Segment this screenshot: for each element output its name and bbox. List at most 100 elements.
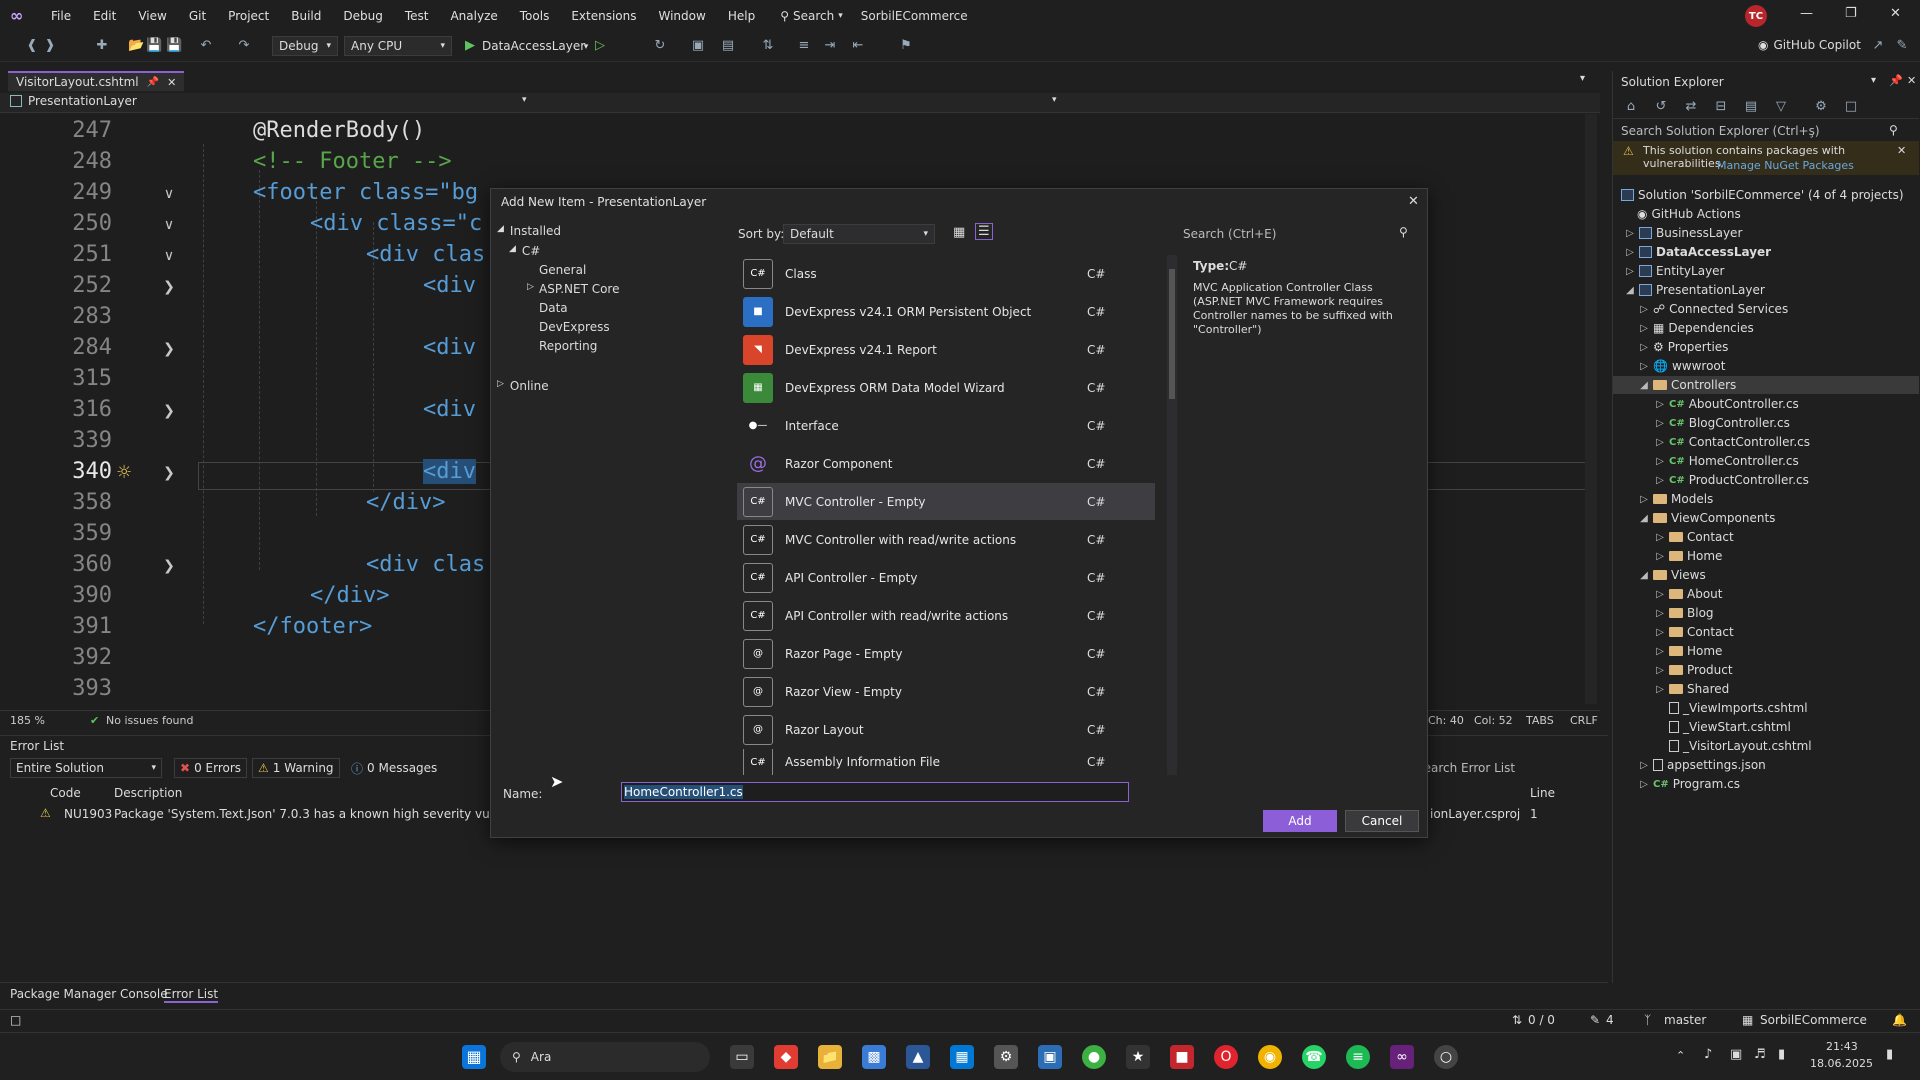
tree-item[interactable]: ▷ Product [1655,661,1732,679]
tree-item[interactable]: _ViewStart.cshtml [1669,718,1791,736]
feedback-icon[interactable]: ✎ [1894,38,1910,54]
template-item[interactable]: C# Assembly Information File C# [737,749,1155,775]
tree-item[interactable]: ◢ PresentationLayer [1625,281,1765,299]
expand-icon[interactable]: ▷ [1639,779,1649,790]
tree-item[interactable]: ▷ Blog [1655,604,1713,622]
sort-by-select[interactable]: Default ▾ [783,224,935,244]
indent-mode[interactable]: TABS [1526,714,1554,727]
scrollbar-thumb[interactable] [1169,269,1175,399]
lightbulb-icon[interactable]: ☼ [116,462,132,483]
tree-item-controllers[interactable]: ◢ Controllers [1613,376,1919,394]
menu-build[interactable]: Build [280,9,332,23]
expand-icon[interactable]: ▷ [1639,323,1649,334]
search-icon[interactable]: ⚲ [1399,225,1408,239]
template-list-scrollbar[interactable] [1167,255,1177,775]
github-copilot-button[interactable]: ◉ GitHub Copilot [1758,38,1861,52]
expand-icon[interactable]: ▷ [1625,247,1635,258]
clock-time[interactable]: 21:43 [1826,1040,1858,1053]
category-general[interactable]: General [539,263,586,277]
new-project-icon[interactable]: ✚ [94,38,110,54]
tab-error-list[interactable]: Error List [164,987,219,1003]
volume-icon[interactable]: ♬ [1754,1047,1766,1062]
name-input[interactable]: HomeController1.cs [621,782,1129,802]
tree-item[interactable]: ◢ Views [1639,566,1706,584]
errors-filter-button[interactable]: ✖ 0 Errors [174,758,248,778]
close-tab-icon[interactable]: ✕ [167,76,176,89]
messages-filter-button[interactable]: ⓘ 0 Messages [346,758,442,778]
redo-icon[interactable]: ↷ [236,38,252,54]
tree-item[interactable]: ▷ 🌐 wwwroot [1639,357,1725,375]
template-item[interactable]: C# MVC Controller with read/write actions… [737,521,1155,558]
vertical-scrollbar[interactable] [1585,114,1597,704]
column-description[interactable]: Description [114,786,182,800]
collapse-icon[interactable]: ◢ [1639,380,1649,391]
home-icon[interactable]: ⌂ [1623,99,1639,115]
column-code[interactable]: Code [50,786,81,800]
expand-icon[interactable]: ▷ [527,282,534,292]
collapse-icon[interactable]: ◢ [1639,570,1649,581]
expand-icon[interactable]: ▷ [1655,475,1665,486]
sync-icon[interactable]: ⇄ [1683,99,1699,115]
expand-icon[interactable]: ❯ [161,558,177,574]
close-icon[interactable]: ✕ [1897,144,1906,157]
expand-icon[interactable]: ▷ [1639,304,1649,315]
tree-item[interactable]: ▷ C# Program.cs [1639,775,1740,793]
menu-extensions[interactable]: Extensions [560,9,647,23]
tab-package-manager-console[interactable]: Package Manager Console [10,987,168,1001]
project-dropdown[interactable]: PresentationLayer [8,94,528,112]
error-list-search[interactable]: Search Error List [1416,761,1515,775]
task-view-icon[interactable]: ▭ [730,1045,754,1069]
app-icon[interactable]: ■ [1170,1045,1194,1069]
close-icon[interactable]: ✕ [1907,74,1916,87]
opera-icon[interactable]: O [1214,1045,1238,1069]
outdent-icon[interactable]: ⇤ [850,38,866,54]
expand-icon[interactable]: ▷ [1625,266,1635,277]
global-search[interactable]: ⚲ Search ▾ [780,9,843,23]
visual-studio-icon[interactable]: ∞ [1390,1045,1414,1069]
template-item[interactable]: ●— Interface C# [737,407,1155,444]
undo-icon[interactable]: ↶ [198,38,214,54]
tree-item[interactable]: ▷ Home [1655,547,1722,565]
template-item-selected[interactable]: C# MVC Controller - Empty C# [737,483,1155,520]
chevron-down-icon[interactable]: ▾ [1871,75,1876,86]
clock-date[interactable]: 18.06.2025 [1810,1057,1873,1070]
tab-visitorlayout[interactable]: VisitorLayout.cshtml 📌 ✕ [8,71,185,91]
template-search-input[interactable]: Search (Ctrl+E) [1183,227,1276,241]
issues-status[interactable]: No issues found [106,714,193,727]
tree-item[interactable]: ▷ C# AboutController.cs [1655,395,1799,413]
expand-icon[interactable]: ▷ [1639,361,1649,372]
menu-view[interactable]: View [127,9,177,23]
save-all-icon[interactable]: 💾 [166,38,182,54]
menu-analyze[interactable]: Analyze [439,9,508,23]
refresh-icon[interactable]: ↻ [652,38,668,54]
app-icon[interactable]: ◆ [774,1045,798,1069]
chevron-down-icon[interactable]: ▾ [1052,95,1057,105]
online-node[interactable]: ▷ Online [497,379,549,393]
tree-item[interactable]: ◢ ViewComponents [1639,509,1775,527]
tree-item[interactable]: ▷ DataAccessLayer [1625,243,1771,261]
network-icon[interactable]: ▣ [1730,1047,1742,1062]
tree-item[interactable]: ▷ C# ContactController.cs [1655,433,1810,451]
align-icon[interactable]: ≡ [796,38,812,54]
tree-item[interactable]: ◉ GitHub Actions [1637,205,1741,223]
menu-debug[interactable]: Debug [332,9,393,23]
step-icon[interactable]: ⇅ [760,38,776,54]
category-reporting[interactable]: Reporting [539,339,597,353]
template-item[interactable]: ▦ DevExpress ORM Data Model Wizard C# [737,369,1155,406]
tree-item[interactable]: _VisitorLayout.cshtml [1669,737,1812,755]
bookmark-icon[interactable]: ⚑ [898,38,914,54]
collapse-all-icon[interactable]: ⊟ [1713,99,1729,115]
app-icon[interactable]: ○ [1434,1045,1458,1069]
chevron-down-icon[interactable]: ▾ [522,95,527,105]
collapse-icon[interactable]: ∨ [161,217,177,233]
menu-tools[interactable]: Tools [509,9,561,23]
expand-icon[interactable]: ▷ [1639,760,1649,771]
tree-item[interactable]: ▷ Contact [1655,528,1734,546]
menu-file[interactable]: File [40,9,82,23]
tree-item[interactable]: ▷ C# HomeController.cs [1655,452,1799,470]
battery-icon[interactable]: ▮ [1778,1047,1785,1062]
share-icon[interactable]: ↗ [1870,38,1886,54]
git-branch[interactable]: master [1664,1013,1706,1027]
expand-icon[interactable]: ▷ [1625,228,1635,239]
expand-icon[interactable]: ▷ [1655,456,1665,467]
